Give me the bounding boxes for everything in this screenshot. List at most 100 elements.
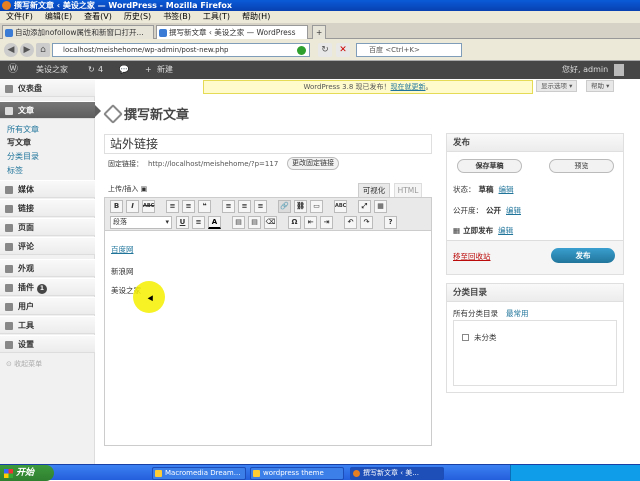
task-firefox[interactable]: 撰写新文章 ‹ 美... bbox=[350, 467, 444, 480]
menu-tools[interactable]: 工具(T) bbox=[197, 11, 236, 23]
indent-icon[interactable]: ⇥ bbox=[320, 216, 333, 229]
sidebar-item-posts[interactable]: 文章 bbox=[0, 101, 101, 119]
bullet-list-icon[interactable]: ≡ bbox=[166, 200, 179, 213]
go-icon[interactable] bbox=[297, 46, 306, 55]
adminbar-new[interactable]: 新建 bbox=[157, 61, 173, 79]
align-center-icon[interactable]: ≡ bbox=[238, 200, 251, 213]
sidebar-item-appearance[interactable]: 外观 bbox=[0, 259, 95, 277]
updates-count[interactable]: 4 bbox=[98, 61, 103, 79]
align-left-icon[interactable]: ≡ bbox=[222, 200, 235, 213]
editor-content[interactable]: 百度网 新浪网 美设之家 bbox=[104, 231, 432, 446]
more-tag-icon[interactable]: ▭ bbox=[310, 200, 323, 213]
menu-edit[interactable]: 编辑(E) bbox=[39, 11, 78, 23]
sidebar-item-users[interactable]: 用户 bbox=[0, 297, 95, 315]
format-select[interactable]: 段落 ▾ bbox=[110, 216, 172, 229]
sidebar-item-media[interactable]: 媒体 bbox=[0, 180, 95, 198]
sidebar-sub-tags[interactable]: 标签 bbox=[7, 165, 23, 176]
adminbar-greeting[interactable]: 您好, admin bbox=[562, 61, 608, 79]
italic-icon[interactable]: I bbox=[126, 200, 139, 213]
screen-options-button[interactable]: 显示选项 ▾ bbox=[536, 80, 578, 92]
blockquote-icon[interactable]: ❝ bbox=[198, 200, 211, 213]
clear-format-icon[interactable]: ⌫ bbox=[264, 216, 277, 229]
sidebar-sub-new-post[interactable]: 写文章 bbox=[7, 137, 31, 148]
menu-view[interactable]: 查看(V) bbox=[78, 11, 118, 23]
tab-popular-categories[interactable]: 最常用 bbox=[506, 309, 529, 318]
wp-logo-icon[interactable]: Ⓦ bbox=[8, 61, 18, 79]
post-title-input[interactable]: 站外链接 bbox=[104, 134, 432, 154]
adminbar-site-name[interactable]: 美设之家 bbox=[36, 61, 68, 79]
save-draft-button[interactable]: 保存草稿 bbox=[457, 159, 522, 173]
back-button[interactable]: ◀ bbox=[4, 43, 18, 57]
url-input[interactable]: localhost/meishehome/wp-admin/post-new.p… bbox=[52, 43, 310, 57]
comments-icon bbox=[5, 243, 13, 251]
notice-update-link[interactable]: 现在就更新 bbox=[391, 83, 426, 91]
text-color-icon[interactable]: A bbox=[208, 216, 221, 229]
justify-icon[interactable]: ≡ bbox=[192, 216, 205, 229]
fullscreen-icon[interactable]: ⤢ bbox=[358, 200, 371, 213]
category-label[interactable]: 未分类 bbox=[474, 332, 497, 343]
menu-help[interactable]: 帮助(H) bbox=[236, 11, 276, 23]
sidebar-item-settings[interactable]: 设置 bbox=[0, 335, 95, 353]
numbered-list-icon[interactable]: ≡ bbox=[182, 200, 195, 213]
reload-icon[interactable]: ↻ bbox=[318, 43, 332, 57]
updates-icon[interactable]: ↻ bbox=[88, 61, 95, 79]
spellcheck-icon[interactable]: ABC bbox=[334, 200, 347, 213]
paste-text-icon[interactable]: ▤ bbox=[232, 216, 245, 229]
unlink-icon[interactable]: ⛓ bbox=[294, 200, 307, 213]
tab-all-categories[interactable]: 所有分类目录 bbox=[453, 309, 498, 318]
menu-history[interactable]: 历史(S) bbox=[118, 11, 157, 23]
new-tab-button[interactable]: + bbox=[312, 25, 326, 39]
sidebar-sub-categories[interactable]: 分类目录 bbox=[7, 151, 39, 162]
tab-new-post[interactable]: 撰写新文章 ‹ 美设之家 — WordPress bbox=[156, 25, 308, 39]
tab-html[interactable]: HTML bbox=[394, 183, 422, 197]
sidebar-collapse[interactable]: ⊙ 收起菜单 bbox=[6, 359, 42, 369]
redo-icon[interactable]: ↷ bbox=[360, 216, 373, 229]
content-line[interactable]: 新浪网 bbox=[111, 266, 134, 277]
schedule-edit-link[interactable]: 编辑 bbox=[498, 226, 513, 235]
tab-visual[interactable]: 可视化 bbox=[358, 183, 390, 197]
paste-word-icon[interactable]: ▤ bbox=[248, 216, 261, 229]
category-checkbox[interactable] bbox=[462, 334, 469, 341]
sidebar-item-pages[interactable]: 页面 bbox=[0, 218, 95, 236]
outdent-icon[interactable]: ⇤ bbox=[304, 216, 317, 229]
new-icon[interactable]: + bbox=[145, 61, 152, 79]
media-add-icon[interactable]: ▣ bbox=[141, 185, 148, 193]
tab-nofollow[interactable]: 自动添加nofollow属性和新窗口打开... bbox=[2, 25, 154, 39]
permalink-url[interactable]: http://localhost/meishehome/?p=117 bbox=[148, 160, 278, 168]
strikethrough-icon[interactable]: ABC bbox=[142, 200, 155, 213]
publish-button[interactable]: 发布 bbox=[551, 248, 615, 263]
task-folder[interactable]: wordpress theme bbox=[250, 467, 344, 480]
sidebar-item-tools[interactable]: 工具 bbox=[0, 316, 95, 334]
start-button[interactable]: 开始 bbox=[0, 465, 54, 481]
change-permalink-button[interactable]: 更改固定链接 bbox=[287, 157, 339, 170]
forward-button[interactable]: ▶ bbox=[20, 43, 34, 57]
sidebar-item-comments[interactable]: 评论 bbox=[0, 237, 95, 255]
link-icon[interactable]: 🔗 bbox=[278, 200, 291, 213]
menu-bookmarks[interactable]: 书签(B) bbox=[157, 11, 197, 23]
home-button[interactable]: ⌂ bbox=[36, 43, 50, 57]
underline-icon[interactable]: U bbox=[176, 216, 189, 229]
special-char-icon[interactable]: Ω bbox=[288, 216, 301, 229]
kitchen-sink-icon[interactable]: ▦ bbox=[374, 200, 387, 213]
sidebar-sub-all-posts[interactable]: 所有文章 bbox=[7, 124, 39, 135]
avatar[interactable] bbox=[614, 64, 624, 76]
task-dreamweaver[interactable]: Macromedia Dream... bbox=[152, 467, 246, 480]
media-icon bbox=[5, 186, 13, 194]
preview-button[interactable]: 预览 bbox=[549, 159, 614, 173]
sidebar-item-dashboard[interactable]: 仪表盘 bbox=[0, 79, 95, 97]
menu-file[interactable]: 文件(F) bbox=[0, 11, 39, 23]
sidebar-item-plugins[interactable]: 插件 1 bbox=[0, 278, 95, 296]
status-edit-link[interactable]: 编辑 bbox=[499, 185, 514, 194]
content-link-baidu[interactable]: 百度网 bbox=[111, 244, 134, 255]
help-icon[interactable]: ? bbox=[384, 216, 397, 229]
sidebar-item-links[interactable]: 链接 bbox=[0, 199, 95, 217]
stop-icon[interactable]: ✕ bbox=[336, 43, 350, 57]
align-right-icon[interactable]: ≡ bbox=[254, 200, 267, 213]
comments-icon[interactable]: 💬 bbox=[119, 61, 129, 79]
bold-icon[interactable]: B bbox=[110, 200, 123, 213]
search-input[interactable]: 百度 <Ctrl+K> bbox=[356, 43, 462, 57]
help-button[interactable]: 帮助 ▾ bbox=[586, 80, 615, 92]
visibility-edit-link[interactable]: 编辑 bbox=[506, 206, 521, 215]
move-to-trash-link[interactable]: 移至回收站 bbox=[453, 251, 491, 262]
undo-icon[interactable]: ↶ bbox=[344, 216, 357, 229]
